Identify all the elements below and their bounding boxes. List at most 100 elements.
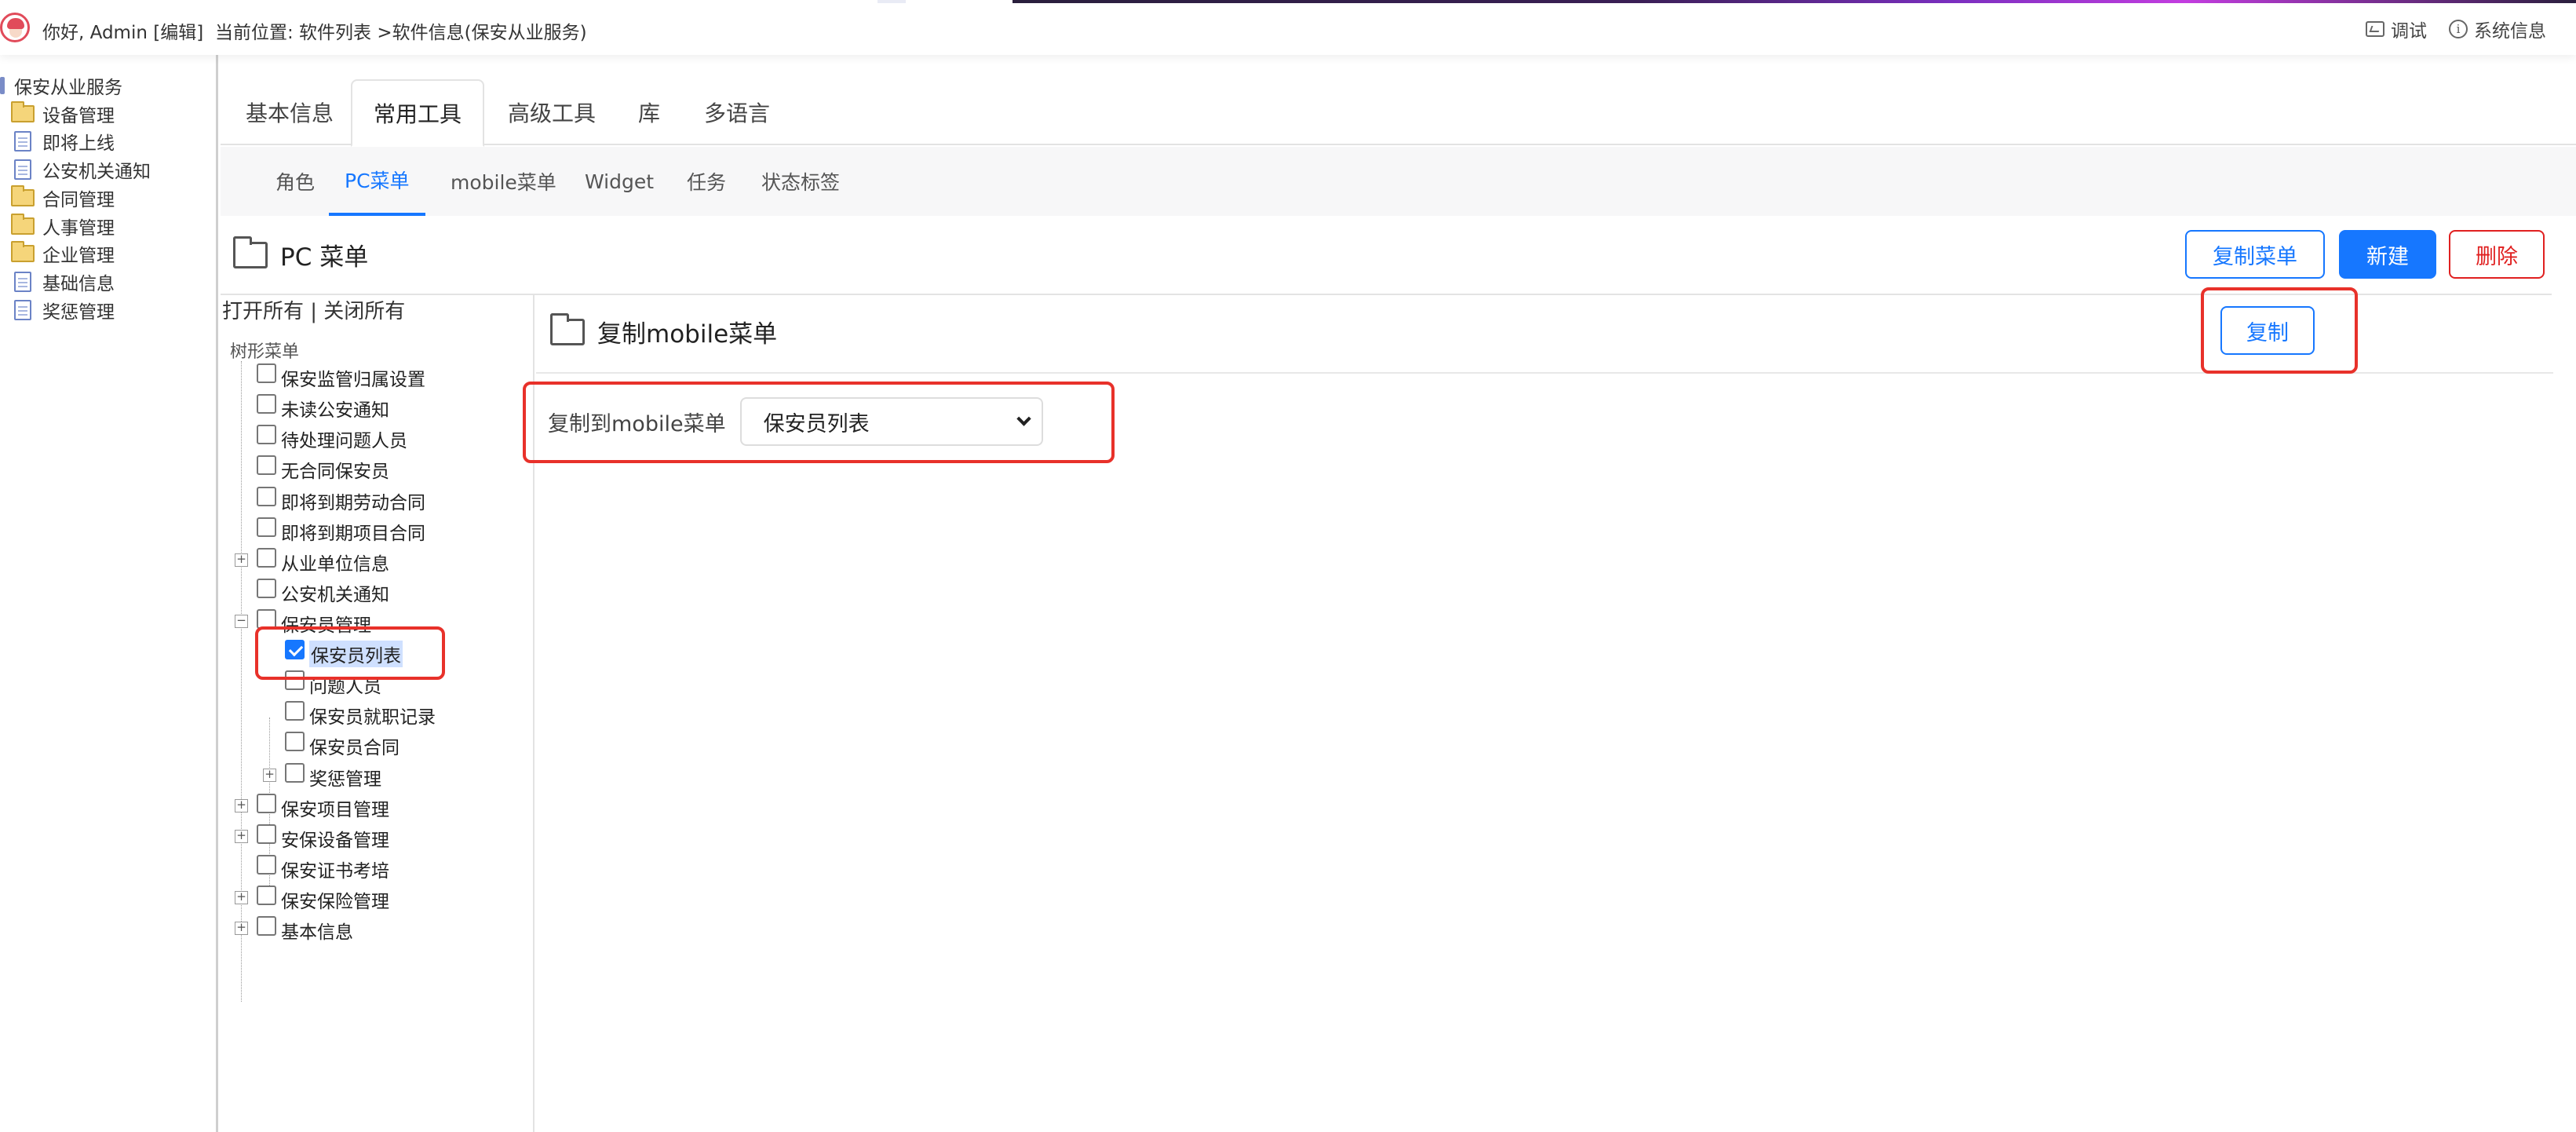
expand-toggle[interactable]: + — [235, 891, 248, 904]
sidebar-item-rewards[interactable]: 奖惩管理 — [11, 297, 115, 323]
checkbox[interactable] — [257, 823, 276, 844]
tree-node[interactable]: 保安员合同 — [285, 731, 400, 759]
tree-node[interactable]: 即将到期项目合同 — [257, 517, 425, 545]
checkbox[interactable] — [257, 517, 276, 537]
tree-node-label: 待处理问题人员 — [281, 431, 407, 451]
highlight-box — [255, 626, 445, 680]
tab-bar: 基本信息 常用工具 高级工具 库 多语言 — [221, 55, 2576, 147]
content-title: 复制mobile菜单 — [550, 312, 777, 349]
tree-node[interactable]: 奖惩管理 — [285, 762, 381, 791]
subtab-status-tags[interactable]: 状态标签 — [761, 147, 840, 216]
tab-multi-language[interactable]: 多语言 — [684, 79, 790, 145]
content-panel: 复制mobile菜单 复制 复制到mobile菜单 保安员列表 — [523, 287, 2553, 1132]
system-info-label: 系统信息 — [2474, 21, 2546, 42]
subtab-label: 角色 — [275, 171, 316, 194]
folder-outline-icon — [550, 312, 585, 345]
avatar[interactable] — [0, 13, 30, 42]
tree-node[interactable]: 基本信息 — [257, 915, 353, 944]
document-icon — [14, 272, 31, 292]
tree-node[interactable]: 安保设备管理 — [257, 823, 389, 852]
subtab-roles[interactable]: 角色 — [275, 147, 315, 216]
checkbox[interactable] — [257, 547, 276, 568]
checkbox[interactable] — [257, 424, 276, 444]
tree-node[interactable]: 公安机关通知 — [257, 578, 389, 606]
expand-toggle[interactable]: + — [263, 769, 276, 782]
sidebar: 保安从业服务 设备管理 即将上线 公安机关通知 合同管理 人事管理 企业管理 基… — [0, 55, 218, 1132]
subtab-tasks[interactable]: 任务 — [687, 147, 726, 216]
tab-library[interactable]: 库 — [618, 79, 680, 145]
tree-node[interactable]: 待处理问题人员 — [257, 424, 407, 452]
main-area: 基本信息 常用工具 高级工具 库 多语言 角色 PC菜单 mobile菜单 Wi… — [221, 55, 2576, 1132]
checkbox[interactable] — [257, 793, 276, 813]
subtab-widget[interactable]: Widget — [585, 147, 654, 216]
sidebar-item-basic-info[interactable]: 基础信息 — [11, 268, 115, 295]
delete-button[interactable]: 删除 — [2449, 230, 2545, 279]
tree-node[interactable]: 保安监管归属设置 — [257, 363, 425, 391]
document-icon — [14, 131, 31, 152]
sidebar-item-police-notice[interactable]: 公安机关通知 — [11, 156, 151, 183]
tree-node-label: 安保设备管理 — [281, 831, 389, 851]
expand-toggle[interactable]: + — [235, 922, 248, 935]
sidebar-item-label: 企业管理 — [42, 246, 115, 266]
subtab-mobile-menu[interactable]: mobile菜单 — [451, 147, 556, 216]
tree-node[interactable]: 保安保险管理 — [257, 885, 389, 913]
sidebar-item-hr[interactable]: 人事管理 — [11, 213, 115, 239]
expand-toggle[interactable]: + — [235, 830, 248, 843]
checkbox[interactable] — [257, 608, 276, 629]
folder-outline-icon — [233, 236, 268, 268]
subtab-pc-menu[interactable]: PC菜单 — [329, 147, 425, 216]
checkbox[interactable] — [285, 731, 305, 751]
app-icon — [0, 77, 5, 94]
document-icon — [14, 300, 31, 320]
tab-common-tools[interactable]: 常用工具 — [351, 79, 484, 147]
tree-panel: 打开所有 | 关闭所有 树形菜单 保安监管归属设置 未读公安通知 待处理问题人员… — [221, 295, 535, 1132]
checkbox[interactable] — [257, 486, 276, 506]
section-title-text: PC 菜单 — [280, 243, 369, 272]
tab-label: 多语言 — [704, 100, 771, 126]
sidebar-item-label: 合同管理 — [42, 190, 115, 210]
checkbox[interactable] — [285, 700, 305, 721]
tree-node[interactable]: 保安员就职记录 — [285, 700, 436, 728]
checkbox[interactable] — [257, 393, 276, 414]
top-actions: 调试 i 系统信息 — [2366, 16, 2546, 42]
sidebar-root[interactable]: 保安从业服务 — [0, 72, 122, 99]
checkbox[interactable] — [257, 578, 276, 598]
greeting[interactable]: 你好, Admin [编辑] — [42, 17, 203, 44]
expand-toggle[interactable]: + — [235, 553, 248, 567]
subtab-label: mobile菜单 — [451, 171, 556, 194]
tab-advanced-tools[interactable]: 高级工具 — [487, 79, 616, 145]
highlight-box — [2201, 287, 2358, 374]
tree-node[interactable]: 保安项目管理 — [257, 793, 389, 821]
tree-node[interactable]: 保安证书考培 — [257, 854, 389, 882]
checkbox[interactable] — [257, 915, 276, 936]
tree-node[interactable]: 无合同保安员 — [257, 455, 389, 483]
tab-basic-info[interactable]: 基本信息 — [225, 79, 354, 145]
checkbox[interactable] — [257, 854, 276, 875]
sidebar-item-equipment[interactable]: 设备管理 — [11, 100, 115, 127]
tree-node-label: 即将到期项目合同 — [281, 524, 425, 544]
sidebar-item-contracts[interactable]: 合同管理 — [11, 184, 115, 211]
expand-toggle[interactable]: + — [235, 799, 248, 812]
checkbox[interactable] — [257, 885, 276, 905]
new-button[interactable]: 新建 — [2339, 230, 2436, 279]
tree-node[interactable]: 即将到期劳动合同 — [257, 486, 425, 514]
tree-node-label: 保安监管归属设置 — [281, 370, 425, 390]
folder-icon — [11, 185, 35, 206]
folder-icon — [11, 101, 35, 122]
system-info-button[interactable]: i 系统信息 — [2449, 16, 2546, 42]
checkbox[interactable] — [285, 762, 305, 783]
checkbox[interactable] — [257, 455, 276, 475]
copy-menu-button[interactable]: 复制菜单 — [2185, 230, 2325, 279]
expand-collapse-all-link[interactable]: 打开所有 | 关闭所有 — [222, 295, 405, 324]
tree-node-label: 基本信息 — [281, 922, 353, 943]
sidebar-item-coming-soon[interactable]: 即将上线 — [11, 128, 115, 155]
highlight-box — [523, 382, 1115, 463]
checkbox[interactable] — [257, 363, 276, 383]
sidebar-item-enterprise[interactable]: 企业管理 — [11, 240, 115, 267]
tree-node[interactable]: 从业单位信息 — [257, 547, 389, 575]
tree-node-label: 未读公安通知 — [281, 400, 389, 421]
debug-button[interactable]: 调试 — [2366, 16, 2427, 42]
tree-node[interactable]: 未读公安通知 — [257, 393, 389, 422]
collapse-toggle[interactable]: − — [235, 615, 248, 628]
tree-node-label: 保安保险管理 — [281, 892, 389, 912]
